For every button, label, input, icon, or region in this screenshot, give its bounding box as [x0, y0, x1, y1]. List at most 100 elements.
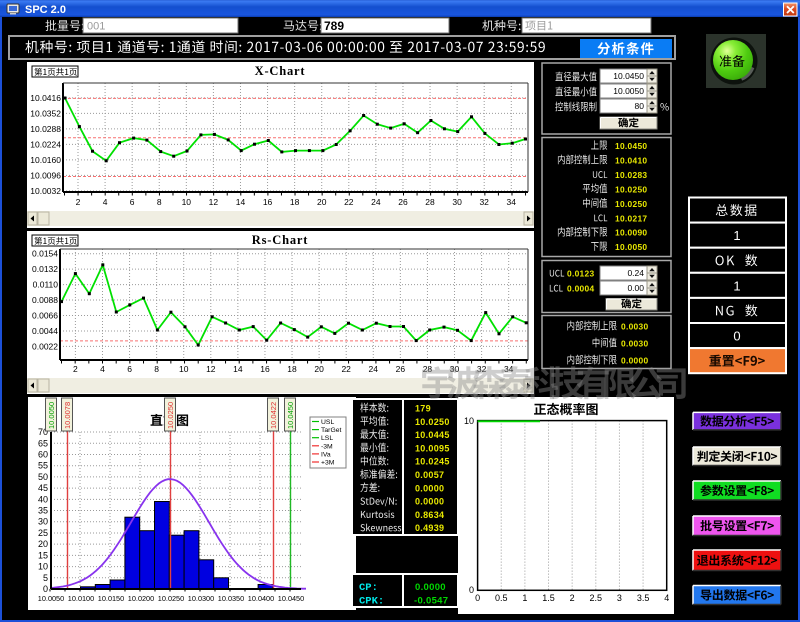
svg-text:+3M: +3M — [321, 460, 335, 467]
svg-text:10: 10 — [38, 562, 48, 572]
svg-text:16: 16 — [263, 197, 273, 207]
svg-text:10.0150: 10.0150 — [98, 594, 124, 603]
svg-text:4: 4 — [100, 364, 105, 374]
svg-text:Rs-Chart: Rs-Chart — [252, 233, 308, 247]
svg-text:10.0250: 10.0250 — [415, 417, 450, 427]
svg-text:26: 26 — [398, 197, 408, 207]
svg-text:0.0000: 0.0000 — [621, 356, 648, 366]
svg-text:10.0450: 10.0450 — [278, 594, 304, 603]
svg-text:16: 16 — [260, 364, 270, 374]
svg-text:20: 20 — [317, 197, 327, 207]
svg-text:10.0095: 10.0095 — [415, 443, 450, 453]
svg-text:10.0090: 10.0090 — [615, 228, 647, 238]
svg-text:60: 60 — [38, 449, 48, 459]
svg-text:10.0245: 10.0245 — [415, 457, 450, 467]
svg-text:10.0283: 10.0283 — [615, 170, 647, 180]
svg-text:5: 5 — [43, 573, 48, 583]
svg-text:20: 20 — [314, 364, 324, 374]
svg-text:0.0000: 0.0000 — [415, 582, 446, 593]
svg-text:55: 55 — [38, 461, 48, 471]
svg-text:2.5: 2.5 — [590, 593, 603, 603]
svg-text:32: 32 — [479, 197, 489, 207]
svg-text:2: 2 — [73, 364, 78, 374]
svg-text:6: 6 — [127, 364, 132, 374]
svg-text:0.0030: 0.0030 — [621, 339, 648, 349]
svg-text:34: 34 — [507, 197, 517, 207]
svg-text:179: 179 — [415, 404, 431, 414]
svg-text:0.0044: 0.0044 — [32, 326, 58, 336]
svg-text:CPK:: CPK: — [359, 596, 384, 608]
svg-text:28: 28 — [425, 197, 435, 207]
svg-text:4: 4 — [664, 593, 669, 603]
svg-text:15: 15 — [38, 550, 48, 560]
svg-text:0.5: 0.5 — [495, 593, 508, 603]
svg-text:10.0450: 10.0450 — [613, 71, 644, 81]
svg-text:SPC 2.0: SPC 2.0 — [25, 4, 66, 16]
svg-text:0: 0 — [43, 584, 48, 594]
svg-text:3.5: 3.5 — [637, 593, 650, 603]
svg-text:0.0057: 0.0057 — [415, 470, 444, 480]
svg-text:0: 0 — [733, 329, 740, 344]
svg-text:10.0250: 10.0250 — [158, 594, 184, 603]
svg-text:10.0450: 10.0450 — [286, 402, 295, 429]
svg-text:24: 24 — [369, 364, 379, 374]
svg-text:0.0000: 0.0000 — [415, 483, 444, 493]
svg-text:18: 18 — [290, 197, 300, 207]
svg-text:LSL: LSL — [321, 435, 333, 442]
svg-text:0.0154: 0.0154 — [32, 249, 58, 259]
svg-text:10.0352: 10.0352 — [30, 108, 61, 118]
svg-text:10.0224: 10.0224 — [30, 139, 61, 149]
svg-text:10.0200: 10.0200 — [128, 594, 154, 603]
svg-text:0.0123: 0.0123 — [567, 269, 594, 279]
svg-text:0.4939: 0.4939 — [415, 523, 444, 533]
svg-text:0.0004: 0.0004 — [567, 284, 594, 294]
svg-text:10.0250: 10.0250 — [615, 184, 647, 194]
svg-text:1: 1 — [733, 278, 740, 293]
svg-text:8: 8 — [157, 197, 162, 207]
svg-text:0: 0 — [469, 585, 474, 595]
svg-text:10.0300: 10.0300 — [188, 594, 214, 603]
svg-text:0.8634: 0.8634 — [415, 510, 444, 520]
svg-text:10: 10 — [179, 364, 189, 374]
svg-text:22: 22 — [341, 364, 351, 374]
svg-text:10.0416: 10.0416 — [30, 93, 61, 103]
svg-text:10.0100: 10.0100 — [68, 594, 94, 603]
svg-text:35: 35 — [38, 506, 48, 516]
svg-text:0.0110: 0.0110 — [33, 280, 59, 290]
svg-text:10.0050: 10.0050 — [38, 594, 64, 603]
svg-text:65: 65 — [38, 438, 48, 448]
svg-text:X-Chart: X-Chart — [255, 64, 306, 78]
svg-text:50: 50 — [38, 472, 48, 482]
svg-text:1: 1 — [733, 228, 740, 243]
svg-text:CP:: CP: — [359, 582, 378, 594]
svg-text:10.0050: 10.0050 — [615, 242, 647, 252]
svg-text:30: 30 — [452, 197, 462, 207]
svg-text:10.0078: 10.0078 — [63, 402, 72, 429]
svg-text:1: 1 — [522, 593, 527, 603]
svg-text:1.5: 1.5 — [542, 593, 555, 603]
svg-text:14: 14 — [236, 197, 246, 207]
svg-text:10.0050: 10.0050 — [613, 86, 644, 96]
svg-text:40: 40 — [38, 494, 48, 504]
svg-text:0.24: 0.24 — [627, 268, 644, 278]
svg-text:-0.0547: -0.0547 — [414, 596, 448, 607]
svg-text:2: 2 — [76, 197, 81, 207]
svg-text:10.0445: 10.0445 — [415, 430, 450, 440]
svg-text:0: 0 — [475, 593, 480, 603]
svg-text:10.0350: 10.0350 — [218, 594, 244, 603]
svg-text:0.00: 0.00 — [627, 283, 644, 293]
svg-text:18: 18 — [287, 364, 297, 374]
svg-text:3: 3 — [617, 593, 622, 603]
svg-text:TarGet: TarGet — [321, 427, 342, 434]
svg-text:10.0160: 10.0160 — [30, 155, 61, 165]
svg-text:789: 789 — [324, 19, 344, 33]
svg-text:0.0022: 0.0022 — [32, 341, 58, 351]
svg-text:0.0000: 0.0000 — [415, 497, 444, 507]
svg-text:10.0250: 10.0250 — [615, 199, 647, 209]
svg-text:IVa: IVa — [321, 451, 331, 458]
svg-text:12: 12 — [209, 197, 219, 207]
svg-text:001: 001 — [87, 21, 105, 33]
svg-text:6: 6 — [130, 197, 135, 207]
svg-text:10.0050: 10.0050 — [47, 402, 56, 429]
svg-text:10.0410: 10.0410 — [615, 155, 647, 165]
